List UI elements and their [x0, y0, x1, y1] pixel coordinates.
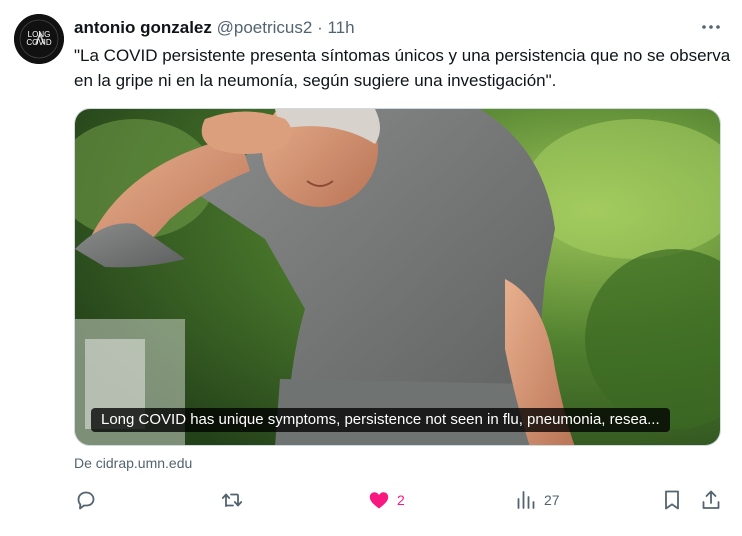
avatar[interactable]: LONG COVID [14, 14, 64, 64]
tweet-header: antonio gonzalez @poetricus2 · 11h [74, 17, 682, 39]
avatar-logo-line2: COVID [26, 38, 52, 47]
reply-button[interactable] [74, 488, 98, 512]
retweet-icon [221, 493, 243, 507]
views-button[interactable]: 27 [514, 488, 560, 512]
share-icon [702, 490, 720, 509]
card-caption: Long COVID has unique symptoms, persiste… [91, 408, 670, 432]
views-bar-icon [517, 491, 535, 509]
more-options-button[interactable] [700, 16, 722, 38]
author-name[interactable]: antonio gonzalez [74, 18, 212, 37]
like-count: 2 [397, 492, 405, 508]
more-dots-icon [702, 25, 720, 29]
views-count: 27 [544, 492, 560, 508]
bookmark-icon [665, 490, 679, 510]
card-source-link[interactable]: De cidrap.umn.edu [74, 455, 192, 471]
link-card[interactable]: Long COVID has unique symptoms, persiste… [74, 108, 721, 446]
header-separator: · [317, 18, 323, 37]
retweet-button[interactable] [220, 488, 244, 512]
heart-filled-icon [369, 492, 389, 509]
long-covid-logo: LONG COVID [14, 14, 64, 64]
author-handle[interactable]: @poetricus2 [217, 18, 313, 37]
bookmark-button[interactable] [660, 488, 684, 512]
like-button[interactable]: 2 [367, 488, 405, 512]
reply-icon [77, 491, 95, 510]
tweet-actions: 2 27 [74, 488, 724, 512]
tweet-text: "La COVID persistente presenta síntomas … [74, 46, 731, 90]
card-image [75, 109, 720, 445]
share-button[interactable] [699, 488, 723, 512]
tweet-timestamp[interactable]: 11h [327, 18, 354, 37]
